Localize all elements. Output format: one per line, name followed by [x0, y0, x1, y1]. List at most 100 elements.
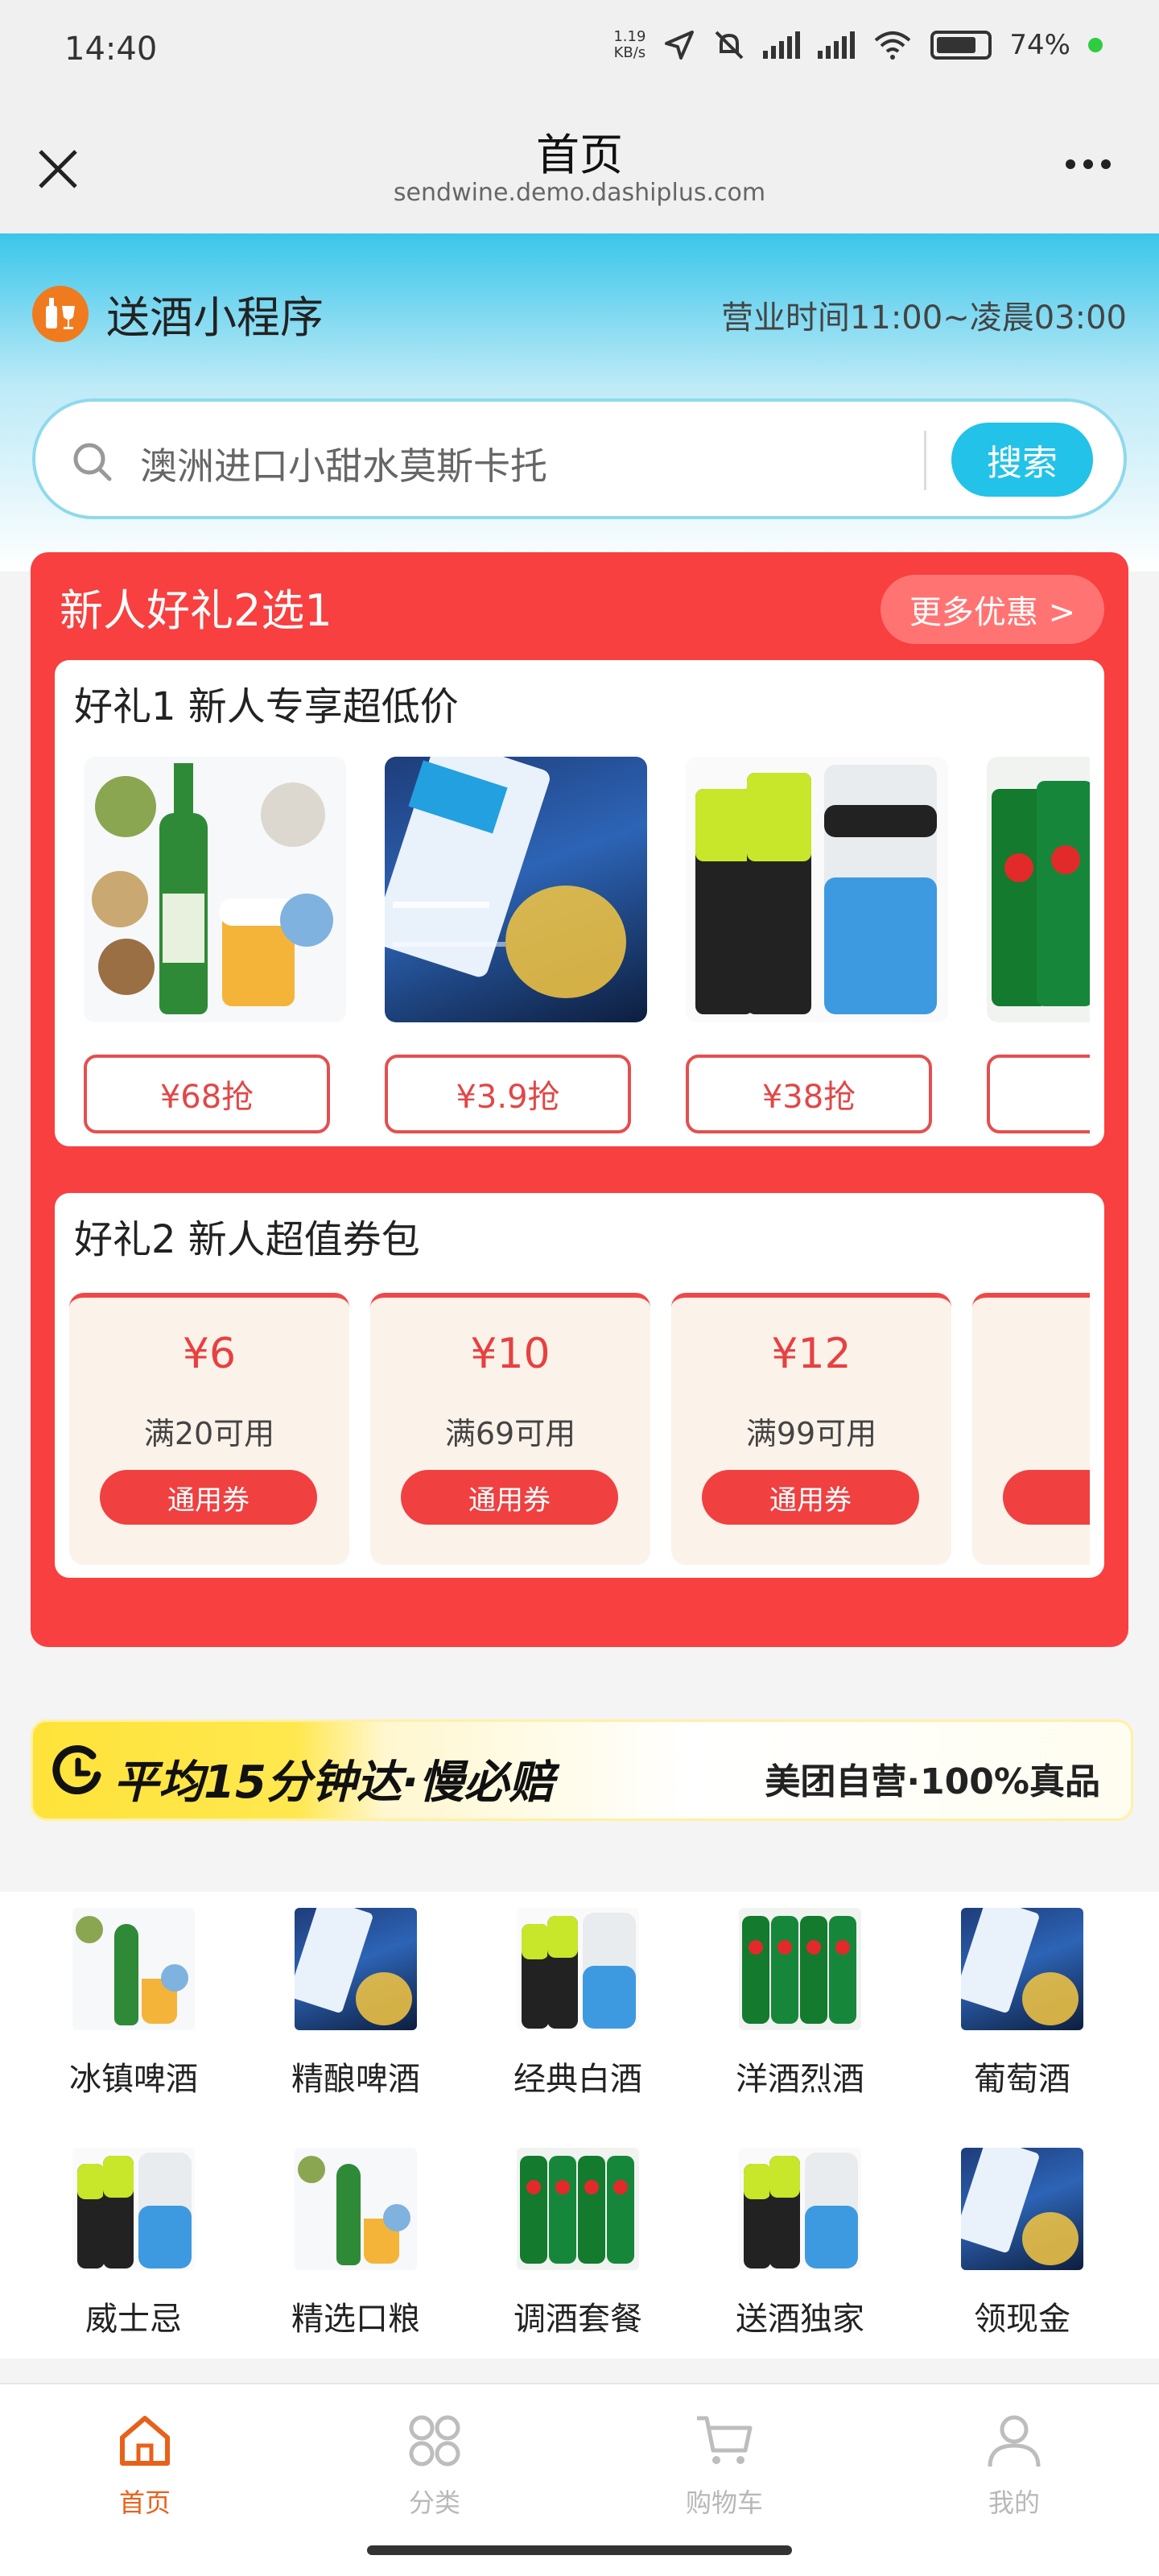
new-user-gift-section: 新人好礼2选1 更多优惠 > 好礼1 新人专享超低价 ¥68抢 ¥3.9抢 ¥3… — [31, 552, 1128, 1647]
authenticity-text: 美团自营·100%真品 — [765, 1761, 1100, 1802]
category-item[interactable]: 精酿啤酒 — [245, 1908, 467, 2099]
tab-category[interactable]: 分类 — [354, 2409, 515, 2520]
category-item[interactable]: 洋酒烈酒 — [689, 1908, 911, 2099]
status-bar: 14:40 1.19 KB/s 74% — [0, 0, 1159, 105]
network-speed: 1.19 KB/s — [613, 28, 646, 61]
page-title: 首页 — [536, 130, 623, 180]
page-url: sendwine.demo.dashiplus.com — [393, 179, 766, 207]
product-price-button[interactable]: ¥3 — [987, 1055, 1090, 1133]
category-image — [739, 2148, 861, 2270]
category-item[interactable]: 经典白酒 — [467, 1908, 689, 2099]
coupon-list: ¥6 满20可用 通用券 ¥10 满69可用 通用券 ¥12 满99可用 通用券… — [69, 1293, 1090, 1568]
category-item[interactable]: 精选口粮 — [245, 2148, 467, 2339]
coupon[interactable]: ¥6 满20可用 通用券 — [69, 1293, 349, 1565]
battery-icon — [930, 31, 992, 60]
location-icon — [665, 31, 695, 60]
category-label: 领现金 — [974, 2301, 1070, 2338]
tab-profile[interactable]: 我的 — [934, 2409, 1095, 2520]
coupon[interactable]: ¥12 满99可用 通用券 — [671, 1293, 951, 1565]
status-icons: 1.19 KB/s 74% — [613, 29, 1103, 61]
product-card[interactable]: ¥68抢 — [84, 757, 346, 1133]
gift1-product-list: ¥68抢 ¥3.9抢 ¥38抢 — [84, 757, 1090, 1135]
category-image — [517, 2148, 639, 2270]
category-item[interactable]: 葡萄酒 — [911, 1908, 1133, 2099]
category-image — [295, 2148, 417, 2270]
coupon-condition: 满20可用 — [143, 1416, 275, 1451]
user-icon — [988, 2415, 1041, 2467]
delivery-promise-text: 平均15分钟达·慢必赔 — [113, 1757, 555, 1809]
category-image — [295, 1908, 417, 2030]
coupon-amount: ¥ — [972, 1330, 1090, 1378]
product-card[interactable]: ¥3 — [987, 757, 1090, 1133]
home-icon — [120, 2416, 170, 2466]
category-icon — [409, 2415, 460, 2467]
search-bar[interactable]: 澳洲进口小甜水莫斯卡托 搜索 — [32, 398, 1127, 519]
wifi-icon — [875, 31, 911, 60]
coupon-button[interactable]: 通用券 — [100, 1470, 317, 1525]
clock-icon — [52, 1745, 101, 1795]
clock: 14:40 — [64, 31, 158, 68]
product-image — [686, 757, 948, 1022]
category-label: 送酒独家 — [736, 2301, 864, 2338]
header: 送酒小程序 营业时间11:00~凌晨03:00 澳洲进口小甜水莫斯卡托 搜索 — [0, 233, 1159, 572]
coupon-button[interactable]: 通 — [1003, 1470, 1090, 1525]
gift1-title: 好礼1 新人专享超低价 — [74, 684, 459, 729]
search-icon — [73, 443, 112, 481]
mini-program-titlebar: 首页 sendwine.demo.dashiplus.com — [0, 105, 1159, 233]
business-hours: 营业时间11:00~凌晨03:00 — [720, 299, 1127, 336]
search-button[interactable]: 搜索 — [951, 423, 1093, 497]
category-label: 精酿啤酒 — [291, 2061, 420, 2098]
product-price-button[interactable]: ¥38抢 — [686, 1055, 932, 1133]
tab-label: 购物车 — [685, 2487, 763, 2518]
tab-label: 我的 — [988, 2487, 1040, 2518]
coupon-condition: 满99可用 — [745, 1416, 877, 1451]
product-card[interactable]: ¥38抢 — [686, 757, 948, 1133]
home-indicator[interactable] — [367, 2545, 792, 2555]
tab-label: 首页 — [118, 2487, 171, 2518]
coupon-condition: 满1 — [972, 1409, 1090, 1453]
category-label: 威士忌 — [85, 2301, 182, 2338]
category-label: 冰镇啤酒 — [69, 2061, 198, 2098]
tab-label: 分类 — [408, 2487, 460, 2518]
product-price-button[interactable]: ¥68抢 — [84, 1055, 330, 1133]
category-item[interactable]: 领现金 — [911, 2148, 1133, 2339]
battery-level: 74% — [1009, 29, 1070, 61]
category-label: 洋酒烈酒 — [736, 2061, 864, 2098]
category-item[interactable]: 威士忌 — [23, 2148, 245, 2339]
coupon-button[interactable]: 通用券 — [702, 1470, 919, 1525]
gift2-title: 好礼2 新人超值券包 — [74, 1217, 420, 1262]
coupon-amount: ¥12 — [771, 1330, 852, 1378]
privacy-indicator-icon — [1088, 38, 1103, 52]
promo-title: 新人好礼2选1 — [60, 585, 332, 636]
product-price-button[interactable]: ¥3.9抢 — [385, 1055, 631, 1133]
tab-cart[interactable]: 购物车 — [644, 2409, 805, 2520]
brand-name: 送酒小程序 — [106, 292, 324, 343]
brand: 送酒小程序 — [32, 282, 324, 345]
category-image — [961, 2148, 1083, 2270]
search-input[interactable]: 澳洲进口小甜水莫斯卡托 — [140, 437, 547, 490]
coupon-amount: ¥10 — [470, 1330, 551, 1378]
product-image — [385, 757, 647, 1022]
product-image — [84, 757, 346, 1022]
category-label: 精选口粮 — [291, 2301, 420, 2338]
mute-icon — [716, 31, 744, 60]
category-image — [517, 1908, 639, 2030]
coupon[interactable]: ¥ 满1 通 — [972, 1293, 1090, 1565]
coupon[interactable]: ¥10 满69可用 通用券 — [370, 1293, 650, 1565]
signal-icon — [763, 31, 801, 59]
category-image — [72, 2148, 195, 2270]
delivery-promise-banner[interactable]: 平均15分钟达·慢必赔 美团自营·100%真品 — [31, 1719, 1133, 1821]
tab-home[interactable]: 首页 — [64, 2409, 225, 2520]
product-card[interactable]: ¥3.9抢 — [385, 757, 647, 1133]
category-label: 调酒套餐 — [514, 2301, 642, 2338]
category-item[interactable]: 调酒套餐 — [467, 2148, 689, 2339]
coupon-button[interactable]: 通用券 — [401, 1470, 618, 1525]
product-image — [987, 757, 1090, 1022]
more-offers-button[interactable]: 更多优惠 > — [881, 575, 1104, 644]
category-item[interactable]: 送酒独家 — [689, 2148, 911, 2339]
more-menu-icon[interactable] — [1066, 159, 1111, 169]
search-divider — [924, 431, 926, 490]
category-image — [739, 1908, 861, 2030]
gift2-card: 好礼2 新人超值券包 ¥6 满20可用 通用券 ¥10 满69可用 通用券 ¥1… — [55, 1193, 1104, 1578]
category-item[interactable]: 冰镇啤酒 — [23, 1908, 245, 2099]
